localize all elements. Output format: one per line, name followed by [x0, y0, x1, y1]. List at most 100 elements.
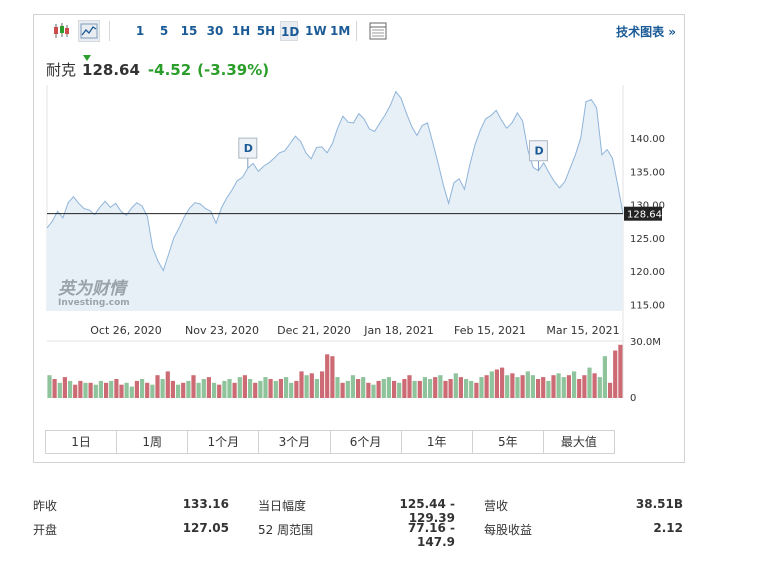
watermark-brand-cn: 英为财情	[57, 279, 129, 299]
volume-bar	[536, 379, 541, 398]
volume-bar	[114, 379, 119, 398]
volume-bar	[345, 380, 350, 398]
volume-bar	[530, 375, 535, 398]
range-button-6[interactable]: 5年	[473, 431, 544, 453]
volume-bar	[109, 380, 114, 398]
volume-bar	[212, 382, 217, 398]
stat-label: 每股收益	[484, 523, 533, 537]
volume-bar	[422, 377, 427, 398]
volume-bar	[242, 375, 247, 398]
volume-bar	[206, 377, 211, 398]
volume-bar	[278, 379, 283, 398]
x-tick-label: Oct 26, 2020	[90, 324, 162, 337]
volume-bar	[176, 384, 181, 398]
volume-bar	[196, 382, 201, 398]
volume-axis-label: 30.0M	[630, 337, 661, 348]
x-tick-label: Dec 21, 2020	[277, 324, 351, 337]
volume-bar	[181, 382, 186, 398]
volume-bar	[376, 380, 381, 398]
volume-bar	[88, 382, 93, 398]
y-tick-label: 125.00	[630, 234, 665, 245]
volume-bar	[608, 382, 613, 398]
volume-bar	[433, 377, 438, 398]
range-button-3[interactable]: 3个月	[259, 431, 331, 453]
volume-bar	[227, 379, 232, 398]
volume-bar	[294, 380, 299, 398]
x-tick-label: Jan 18, 2021	[363, 324, 433, 337]
stat-label: 昨收	[33, 499, 58, 513]
current-price-label: 128.64	[627, 210, 662, 221]
stat-label: 52 周范围	[258, 523, 314, 537]
stat-label: 营收	[484, 499, 509, 513]
range-button-2[interactable]: 1个月	[188, 431, 260, 453]
stat-value: 2.12	[653, 521, 683, 535]
x-tick-label: Nov 23, 2020	[185, 324, 259, 337]
volume-bar	[165, 371, 170, 398]
stat-label: 当日幅度	[258, 499, 307, 513]
watermark-brand-en: Investing.com	[58, 298, 130, 308]
volume-bar	[515, 377, 520, 398]
volume-bar	[366, 382, 371, 398]
stat-value: 133.16	[182, 497, 229, 511]
y-tick-label: 115.00	[630, 300, 665, 311]
volume-bar	[551, 375, 556, 398]
volume-bar	[155, 375, 160, 398]
volume-bar	[170, 380, 175, 398]
volume-bar	[397, 382, 402, 398]
volume-bar	[453, 373, 458, 398]
volume-bar	[273, 380, 278, 398]
volume-bar	[510, 373, 515, 398]
stat-value: 77.16 - 147.9	[407, 521, 455, 549]
stat-value: 127.05	[182, 521, 229, 535]
volume-bar	[119, 384, 124, 398]
volume-bar	[458, 377, 463, 398]
volume-bar	[263, 377, 268, 398]
volume-bar	[145, 382, 150, 398]
volume-bar	[129, 386, 134, 398]
volume-bar	[356, 379, 361, 398]
volume-bar	[448, 379, 453, 398]
y-tick-label: 140.00	[630, 134, 665, 145]
volume-bar	[299, 371, 304, 398]
volume-bar	[613, 350, 618, 398]
volume-axis-label: 0	[630, 393, 636, 404]
range-button-0[interactable]: 1日	[46, 431, 118, 453]
y-tick-label: 120.00	[630, 267, 665, 278]
volume-bar	[479, 377, 484, 398]
volume-bar	[93, 384, 98, 398]
price-chart[interactable]: 英为财情Investing.com140.00135.00130.00125.0…	[34, 15, 684, 405]
volume-bar	[417, 380, 422, 398]
range-button-7[interactable]: 最大值	[544, 431, 614, 453]
range-button-1[interactable]: 1周	[117, 431, 189, 453]
volume-bar	[484, 375, 489, 398]
volume-bar	[602, 356, 607, 398]
volume-bar	[47, 375, 52, 398]
volume-bar	[217, 384, 222, 398]
y-tick-label: 135.00	[630, 167, 665, 178]
range-button-5[interactable]: 1年	[402, 431, 473, 453]
volume-bar	[68, 380, 73, 398]
volume-bar	[505, 375, 510, 398]
volume-bar	[350, 375, 355, 398]
dividend-marker-label: D	[534, 145, 543, 158]
volume-bar	[566, 375, 571, 398]
chart-widget: 1 5 15 30 1H 5H 1D 1W 1M 技术图表 » 耐克 128.64 -4.52 (-3…	[33, 14, 685, 463]
volume-bar	[330, 356, 335, 398]
stats-row: 昨收 133.16 当日幅度 125.44 - 129.39 营收 38.51B	[33, 497, 685, 525]
volume-bar	[104, 382, 109, 398]
volume-bar	[520, 375, 525, 398]
volume-bar	[140, 379, 145, 398]
volume-bar	[160, 379, 165, 398]
volume-bar	[237, 377, 242, 398]
volume-bar	[248, 379, 253, 398]
volume-bar	[309, 373, 314, 398]
volume-bar	[582, 375, 587, 398]
range-button-4[interactable]: 6个月	[331, 431, 402, 453]
volume-bar	[284, 377, 289, 398]
dividend-marker-label: D	[244, 142, 253, 155]
volume-bar	[52, 379, 57, 398]
volume-bar	[618, 344, 623, 398]
volume-bar	[222, 380, 227, 398]
volume-bar	[134, 380, 139, 398]
volume-bar	[386, 377, 391, 398]
